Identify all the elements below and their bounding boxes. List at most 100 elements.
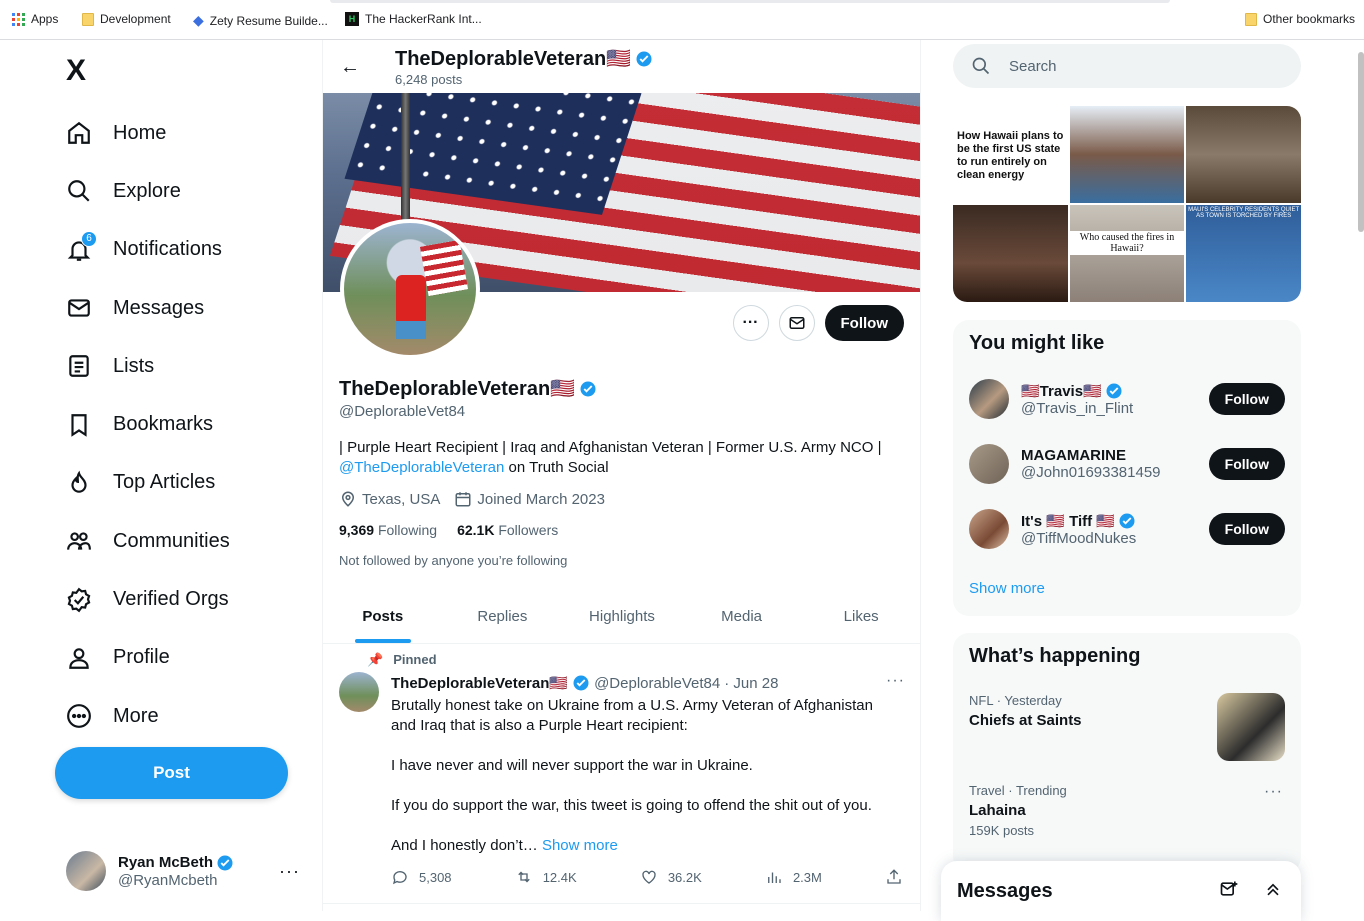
nav-label: Notifications [113, 238, 222, 261]
follow-button[interactable]: Follow [1208, 513, 1285, 545]
pinned-tweet[interactable]: 📌 Pinned TheDeplorableVeteran🇺🇸 @Deplorab… [323, 644, 920, 904]
header-name-row: TheDeplorableVeteran🇺🇸 [395, 46, 653, 71]
share-button[interactable] [885, 868, 903, 886]
nav-home[interactable]: Home [66, 104, 230, 162]
nav-more[interactable]: More [66, 687, 230, 745]
follow-button[interactable]: Follow [824, 305, 904, 341]
bookmark-development[interactable]: Development [82, 12, 171, 26]
more-dots-icon[interactable]: ··· [886, 672, 905, 690]
x-logo-icon[interactable]: X [66, 54, 86, 88]
heart-icon [642, 870, 656, 884]
tab-media[interactable]: Media [682, 593, 802, 643]
trend-item[interactable]: NFL · Yesterday Chiefs at Saints [969, 693, 1285, 761]
bookmark-other[interactable]: Other bookmarks [1245, 12, 1355, 26]
search-icon [972, 57, 990, 75]
verified-icon [217, 855, 233, 870]
nav-lists[interactable]: Lists [66, 337, 230, 395]
account-handle: @RyanMcbeth [118, 871, 218, 889]
nav-label: Verified Orgs [113, 588, 229, 611]
whats-happening-card: What’s happening NFL · Yesterday Chiefs … [953, 633, 1301, 873]
chevrons-up-icon[interactable] [1263, 879, 1283, 899]
nav-verified-orgs[interactable]: Verified Orgs [66, 570, 230, 628]
tab-likes[interactable]: Likes [801, 593, 920, 643]
media-thumb[interactable]: How Hawaii plans to be the first US stat… [953, 106, 1068, 203]
user-name-row: It's 🇺🇸 Tiff 🇺🇸 [1021, 512, 1136, 530]
tab-replies[interactable]: Replies [443, 593, 563, 643]
media-thumb[interactable] [953, 205, 1068, 302]
nav-label: Explore [113, 179, 181, 202]
repost-count: 12.4K [542, 869, 577, 885]
folder-icon [82, 12, 94, 26]
media-thumb[interactable] [1069, 106, 1185, 203]
bookmark-apps[interactable]: Apps [12, 12, 58, 26]
avatar-shorts [396, 321, 426, 339]
suggested-user[interactable]: MAGAMARINE @John01693381459 Follow [969, 435, 1285, 493]
back-arrow-icon[interactable]: ← [340, 56, 360, 79]
tweet-author-name[interactable]: TheDeplorableVeteran🇺🇸 [391, 674, 568, 692]
repost-button[interactable]: 12.4K [515, 868, 577, 886]
calendar-icon [455, 492, 471, 507]
avatar [969, 379, 1009, 419]
followers-label: Followers [498, 522, 559, 538]
more-dots-icon[interactable]: ··· [279, 861, 300, 882]
suggested-user[interactable]: 🇺🇸Travis🇺🇸 @Travis_in_Flint Follow [969, 370, 1285, 428]
tweet-date[interactable]: · Jun 28 [724, 675, 778, 692]
views-button[interactable]: 2.3M [765, 868, 822, 886]
location-pin-icon [341, 491, 355, 507]
nav-messages[interactable]: Messages [66, 279, 230, 337]
show-more-link[interactable]: Show more [542, 837, 618, 854]
messages-drawer[interactable]: Messages [941, 861, 1301, 921]
bookmark-hackerrank[interactable]: H The HackerRank Int... [345, 12, 482, 26]
nav-bookmarks[interactable]: Bookmarks [66, 395, 230, 453]
post-button[interactable]: Post [55, 747, 288, 799]
zety-icon: ◆ [193, 12, 204, 28]
follow-button[interactable]: Follow [1208, 383, 1285, 415]
media-thumb[interactable] [1186, 106, 1301, 203]
bio-link[interactable]: @TheDeplorableVeteran [339, 459, 504, 476]
media-thumb[interactable]: MAUI'S CELEBRITY RESIDENTS QUIET AS TOWN… [1186, 205, 1301, 302]
nav-profile[interactable]: Profile [66, 629, 230, 687]
tweet-actions: 5,308 12.4K 36.2K 2.3M [391, 868, 903, 886]
account-switcher[interactable]: Ryan McBeth @RyanMcbeth ··· [66, 851, 306, 891]
more-dots-icon[interactable]: ··· [1264, 783, 1283, 801]
people-icon [66, 528, 92, 554]
following-link[interactable]: 9,369 Following [339, 522, 437, 538]
profile-tabs: Posts Replies Highlights Media Likes [323, 593, 920, 644]
search-bar[interactable]: Search [953, 44, 1301, 88]
nav-explore[interactable]: Explore [66, 162, 230, 220]
tab-posts[interactable]: Posts [323, 593, 443, 643]
bio-suffix: on Truth Social [504, 459, 609, 476]
repost-icon [517, 871, 530, 883]
tweet-body: Brutally honest take on Ukraine from a U… [391, 697, 873, 854]
list-icon [66, 353, 92, 379]
nav-label: Bookmarks [113, 413, 214, 436]
more-circle-icon [66, 703, 92, 729]
tweet-author-handle[interactable]: @DeplorableVet84 [594, 675, 720, 692]
following-label: Following [377, 522, 438, 538]
avatar[interactable] [339, 672, 379, 712]
reply-button[interactable]: 5,308 [391, 868, 452, 886]
profile-avatar[interactable] [340, 219, 480, 359]
message-button[interactable] [778, 305, 815, 341]
nav-top-articles[interactable]: Top Articles [66, 454, 230, 512]
tweet-header: TheDeplorableVeteran🇺🇸 @DeplorableVet84 … [391, 674, 778, 693]
avatar [66, 851, 106, 891]
tab-highlights[interactable]: Highlights [562, 593, 682, 643]
bookmark-zety[interactable]: ◆ Zety Resume Builde... [193, 12, 328, 29]
followers-link[interactable]: 62.1K Followers [457, 522, 558, 538]
media-thumb[interactable]: Who caused the fires in Hawaii? [1069, 205, 1185, 302]
new-message-icon[interactable] [1219, 879, 1239, 899]
nav-notifications[interactable]: 6 Notifications [66, 221, 230, 279]
profile-meta: Texas, USA Joined March 2023 [339, 490, 605, 508]
primary-nav: Home Explore 6 Notifications Messages Li… [66, 104, 230, 745]
search-input[interactable]: Search [1009, 58, 1057, 75]
follow-button[interactable]: Follow [1208, 448, 1285, 480]
scrollbar[interactable] [1358, 52, 1364, 232]
trend-item[interactable]: Travel · Trending Lahaina 159K posts ··· [969, 783, 1285, 838]
nav-communities[interactable]: Communities [66, 512, 230, 570]
like-button[interactable]: 36.2K [640, 868, 702, 886]
more-options-button[interactable]: ··· [732, 305, 769, 341]
show-more-link[interactable]: Show more [969, 580, 1045, 597]
suggested-user[interactable]: It's 🇺🇸 Tiff 🇺🇸 @TiffMoodNukes Follow [969, 500, 1285, 558]
media-caption: MAUI'S CELEBRITY RESIDENTS QUIET AS TOWN… [1188, 207, 1300, 219]
